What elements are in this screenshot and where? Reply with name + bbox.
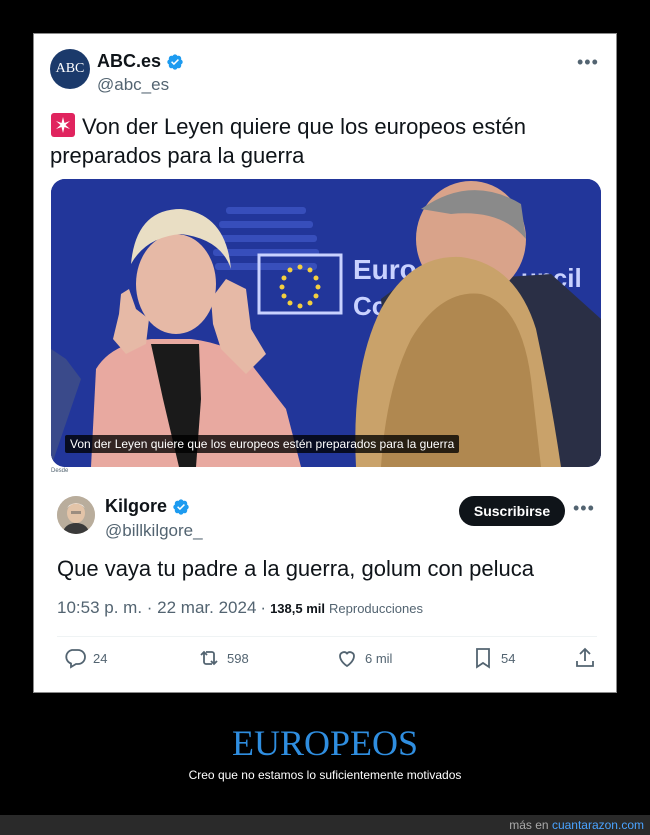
- retweet-count: 598: [227, 650, 249, 666]
- photo-caption: Von der Leyen quiere que los europeos es…: [65, 435, 460, 453]
- divider: [57, 636, 597, 637]
- caption-title: EUROPEOS: [231, 723, 419, 763]
- photo-source: Desde: [51, 468, 69, 474]
- abc-handle[interactable]: @abc_es: [97, 75, 169, 95]
- tweet-meta: 10:53 p. m. · 22 mar. 2024 · 138,5 mil R…: [57, 598, 423, 618]
- kilgore-display-name[interactable]: Kilgore: [105, 496, 167, 517]
- avatar-image: [57, 496, 95, 534]
- abc-avatar[interactable]: ABC: [50, 49, 90, 89]
- more-options-icon[interactable]: •••: [573, 498, 595, 519]
- meta-separator: ·: [260, 598, 267, 617]
- caption-subtitle: Creo que no estamos lo suficientemente m…: [188, 768, 462, 782]
- screenshot-frame: ABC ABC.es @abc_es ••• Von der Leyen qui…: [33, 33, 617, 693]
- verified-badge-icon: [167, 53, 183, 70]
- site-link[interactable]: cuantarazon.com: [552, 818, 644, 832]
- like-count: 6 mil: [365, 650, 393, 666]
- more-options-icon[interactable]: •••: [577, 52, 599, 73]
- verified-badge-icon: [173, 498, 189, 515]
- like-button[interactable]: 6 mil: [335, 646, 392, 670]
- tweet-timestamp[interactable]: 10:53 p. m. · 22 mar. 2024: [57, 598, 256, 618]
- subscribe-button[interactable]: Suscribirse: [459, 496, 565, 526]
- bookmark-icon: [476, 648, 490, 669]
- photo-scene: Euro uncil Co: [51, 179, 601, 467]
- reply-tweet-text: Que vaya tu padre a la guerra, golum con…: [57, 556, 534, 581]
- views-count: 138,5 mil: [270, 601, 326, 616]
- share-icon: [576, 647, 594, 667]
- reply-tweet: Kilgore @billkilgore_ Suscribirse ••• Qu…: [45, 476, 613, 688]
- bookmark-button[interactable]: 54: [471, 646, 515, 670]
- quoted-tweet-text: Von der Leyen quiere que los europeos es…: [50, 112, 590, 170]
- footer-bar: más en cuantarazon.com: [0, 815, 650, 835]
- retweet-icon: [200, 650, 218, 666]
- quoted-tweet-body: Von der Leyen quiere que los europeos es…: [50, 114, 526, 168]
- action-bar: 24 598 6 mil 54: [57, 646, 597, 676]
- news-photo[interactable]: Euro uncil Co Von der Leyen quiere que l…: [51, 179, 601, 467]
- footer-text: más en cuantarazon.com: [509, 818, 644, 832]
- kilgore-handle[interactable]: @billkilgore_: [105, 521, 203, 541]
- siren-emoji-icon: [51, 113, 75, 137]
- reply-count: 24: [93, 650, 108, 666]
- footer-prefix: más en: [509, 818, 549, 832]
- views-label: Reproducciones: [329, 601, 423, 616]
- kilgore-name-row[interactable]: Kilgore: [105, 496, 190, 517]
- kilgore-avatar[interactable]: [57, 496, 95, 534]
- abc-display-name[interactable]: ABC.es: [97, 51, 161, 72]
- reply-icon: [65, 649, 86, 669]
- heart-icon: [339, 651, 355, 668]
- reply-button[interactable]: 24: [63, 646, 107, 670]
- bookmark-count: 54: [501, 650, 516, 666]
- share-button[interactable]: [573, 646, 597, 670]
- retweet-button[interactable]: 598: [197, 646, 249, 670]
- abc-name-row[interactable]: ABC.es: [97, 51, 184, 72]
